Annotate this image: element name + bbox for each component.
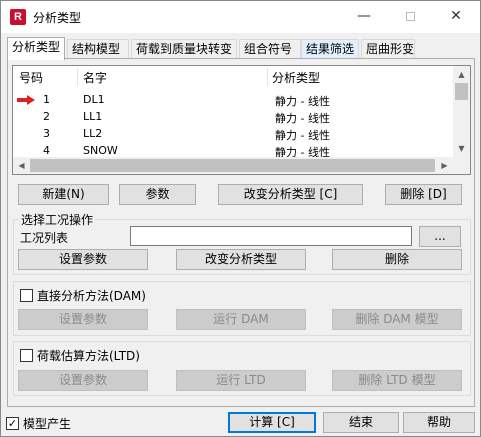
load-case-list[interactable]: 号码 名字 分析类型 1 DL1 静力 - 线性 2 LL1 静力 - 线性 3… — [12, 65, 471, 175]
delete-ops-button[interactable]: 删除 — [332, 249, 462, 270]
column-header-number[interactable]: 号码 — [19, 69, 43, 86]
list-row[interactable]: 1 DL1 静力 - 线性 — [13, 92, 454, 109]
row-number: 1 — [43, 93, 50, 106]
run-dam-button[interactable]: 运行 DAM — [176, 309, 306, 330]
ltd-set-parameters-button[interactable]: 设置参数 — [18, 370, 148, 391]
minimize-button[interactable]: — — [341, 1, 387, 32]
tab-combination-symbols[interactable]: 组合符号 — [239, 39, 301, 59]
scroll-right-icon[interactable]: ▶ — [436, 157, 453, 174]
tab-load-to-mass[interactable]: 荷载到质量块转变 — [131, 39, 237, 59]
calculate-button[interactable]: 计算 [C] — [228, 412, 316, 433]
dam-checkbox[interactable] — [20, 289, 33, 302]
current-case-arrow-icon — [17, 95, 35, 105]
row-name: LL2 — [83, 127, 103, 140]
analysis-type-dialog: R 分析类型 — ✕ 分析类型 结构模型 荷载到质量块转变 组合符号 结果筛选 … — [0, 0, 481, 437]
dam-checkbox-label[interactable]: 直接分析方法(DAM) — [37, 287, 146, 304]
case-operations-group-label: 选择工况操作 — [19, 211, 96, 228]
set-parameters-button[interactable]: 设置参数 — [18, 249, 148, 270]
parameters-button[interactable]: 参数 — [119, 184, 196, 205]
run-ltd-button[interactable]: 运行 LTD — [176, 370, 306, 391]
scroll-thumb[interactable] — [30, 159, 435, 172]
tab-buckling-shape[interactable]: 屈曲形变 — [361, 39, 415, 59]
column-header-analysis-type[interactable]: 分析类型 — [272, 69, 320, 86]
app-logo-icon: R — [10, 9, 26, 25]
column-divider — [267, 68, 268, 86]
list-row[interactable]: 3 LL2 静力 - 线性 — [13, 126, 454, 143]
scroll-thumb[interactable] — [455, 83, 468, 100]
close-dialog-button[interactable]: 结束 — [323, 412, 399, 433]
change-analysis-type-button[interactable]: 改变分析类型 [C] — [218, 184, 363, 205]
list-row[interactable]: 2 LL1 静力 - 线性 — [13, 109, 454, 126]
delete-case-button[interactable]: 删除 [D] — [385, 184, 462, 205]
row-analysis-type: 静力 - 线性 — [275, 112, 330, 125]
help-button[interactable]: 帮助 — [403, 412, 475, 433]
column-divider — [77, 68, 78, 86]
scroll-up-icon[interactable]: ▲ — [453, 66, 470, 83]
column-header-name[interactable]: 名字 — [83, 69, 107, 86]
list-header: 号码 名字 分析类型 — [13, 66, 454, 87]
scroll-left-icon[interactable]: ◀ — [13, 157, 30, 174]
model-generation-checkbox[interactable]: ✓ — [6, 417, 19, 430]
model-generation-label[interactable]: 模型产生 — [23, 415, 71, 432]
list-horizontal-scrollbar[interactable]: ◀ ▶ — [13, 157, 470, 174]
row-number: 2 — [43, 110, 50, 123]
tab-strip: 分析类型 结构模型 荷载到质量块转变 组合符号 结果筛选 屈曲形变 — [7, 37, 477, 60]
row-analysis-type: 静力 - 线性 — [275, 95, 330, 108]
list-row[interactable]: 4 SNOW 静力 - 线性 — [13, 143, 454, 157]
row-analysis-type: 静力 - 线性 — [275, 129, 330, 142]
row-name: DL1 — [83, 93, 105, 106]
ltd-checkbox[interactable] — [20, 349, 33, 362]
new-case-button[interactable]: 新建(N) — [18, 184, 109, 205]
row-analysis-type: 静力 - 线性 — [275, 146, 330, 157]
maximize-icon — [405, 11, 415, 21]
case-list-label: 工况列表 — [20, 231, 69, 245]
close-window-button[interactable]: ✕ — [433, 1, 479, 32]
browse-cases-button[interactable]: ... — [419, 226, 461, 247]
row-name: SNOW — [83, 144, 118, 157]
delete-dam-model-button[interactable]: 删除 DAM 模型 — [332, 309, 462, 330]
change-analysis-type-ops-button[interactable]: 改变分析类型 — [176, 249, 306, 270]
tab-analysis-type[interactable]: 分析类型 — [7, 37, 65, 60]
delete-ltd-model-button[interactable]: 删除 LTD 模型 — [332, 370, 462, 391]
ltd-checkbox-label[interactable]: 荷载估算方法(LTD) — [37, 347, 140, 364]
case-list-input[interactable] — [130, 226, 412, 246]
tab-result-filter[interactable]: 结果筛选 — [301, 39, 359, 59]
title-bar: R 分析类型 — ✕ — [1, 1, 480, 33]
maximize-button[interactable] — [387, 1, 433, 32]
tab-structure-model[interactable]: 结构模型 — [67, 39, 129, 59]
row-name: LL1 — [83, 110, 103, 123]
scrollbar-corner — [453, 157, 470, 174]
row-number: 3 — [43, 127, 50, 140]
list-vertical-scrollbar[interactable]: ▲ ▼ — [453, 66, 470, 157]
row-number: 4 — [43, 144, 50, 157]
dam-set-parameters-button[interactable]: 设置参数 — [18, 309, 148, 330]
window-title: 分析类型 — [33, 11, 82, 25]
scroll-down-icon[interactable]: ▼ — [453, 140, 470, 157]
